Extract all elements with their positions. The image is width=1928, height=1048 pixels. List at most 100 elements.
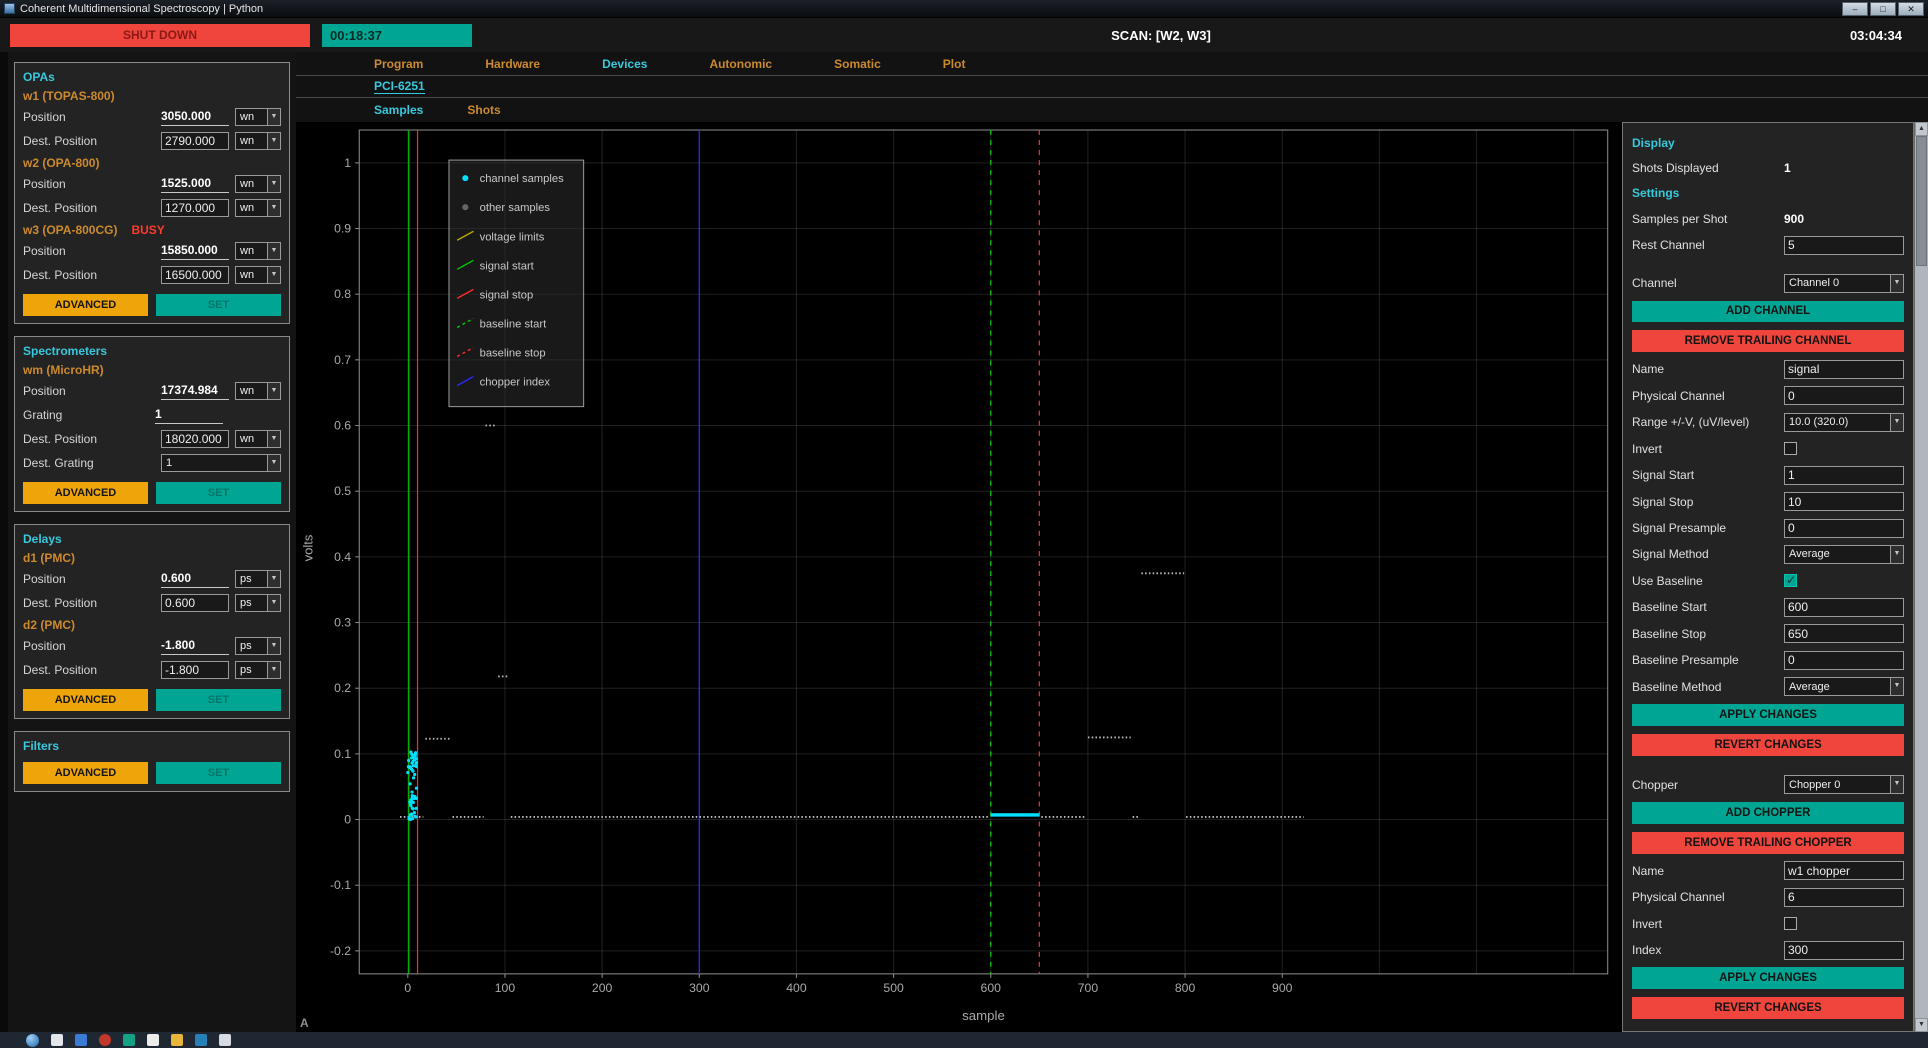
units-dropdown[interactable]: wn▼	[235, 382, 281, 400]
scrollbar-track[interactable]	[1915, 136, 1928, 1018]
tab-samples[interactable]: Samples	[374, 103, 423, 117]
signal-start-label: Signal Start	[1632, 468, 1784, 482]
units-dropdown[interactable]: ps▼	[235, 661, 281, 679]
minimize-icon[interactable]: –	[1842, 2, 1868, 16]
baseline-method-row: Baseline Method Average▼	[1632, 673, 1904, 699]
advanced-button[interactable]: ADVANCED	[23, 482, 148, 504]
set-button[interactable]: SET	[156, 294, 281, 316]
maximize-icon[interactable]: □	[1870, 2, 1896, 16]
units-dropdown[interactable]: wn▼	[235, 175, 281, 193]
dest-position-input[interactable]	[161, 132, 229, 150]
dest-position-label: Dest. Position	[23, 268, 161, 282]
baseline-stop-input[interactable]	[1784, 624, 1904, 643]
tab-shots[interactable]: Shots	[467, 103, 500, 117]
svg-text:baseline start: baseline start	[480, 319, 547, 331]
baseline-method-dropdown[interactable]: Average▼	[1784, 677, 1904, 696]
position-value: 0.600	[161, 570, 229, 588]
autoscale-button[interactable]: A	[300, 1016, 309, 1030]
invert-checkbox[interactable]	[1784, 442, 1797, 455]
chopper-name-input[interactable]	[1784, 861, 1904, 880]
taskbar-icon[interactable]	[75, 1034, 87, 1046]
units-value: ps	[236, 640, 267, 652]
svg-text:700: 700	[1078, 981, 1099, 995]
signal-presample-input[interactable]	[1784, 519, 1904, 538]
scrollbar[interactable]: ▲ ▼	[1914, 122, 1928, 1032]
tab-hardware[interactable]: Hardware	[485, 57, 540, 71]
revert-changes-button[interactable]: REVERT CHANGES	[1632, 997, 1904, 1019]
chopper-index-input[interactable]	[1784, 941, 1904, 960]
tab-pci-6251[interactable]: PCI-6251	[374, 79, 425, 94]
baseline-start-input[interactable]	[1784, 598, 1904, 617]
dest-position-input[interactable]	[161, 594, 229, 612]
svg-text:-0.1: -0.1	[330, 878, 351, 892]
set-button[interactable]: SET	[156, 482, 281, 504]
set-button[interactable]: SET	[156, 689, 281, 711]
baseline-presample-input[interactable]	[1784, 651, 1904, 670]
units-dropdown[interactable]: ps▼	[235, 570, 281, 588]
svg-text:0.1: 0.1	[334, 747, 351, 761]
units-dropdown[interactable]: ps▼	[235, 594, 281, 612]
channel-name-input[interactable]	[1784, 360, 1904, 379]
dest-position-input[interactable]	[161, 661, 229, 679]
close-icon[interactable]: ✕	[1898, 2, 1924, 16]
taskbar-icon[interactable]	[219, 1034, 231, 1046]
units-dropdown[interactable]: wn▼	[235, 199, 281, 217]
units-dropdown[interactable]: wn▼	[235, 430, 281, 448]
units-dropdown[interactable]: wn▼	[235, 266, 281, 284]
channel-row: Channel Channel 0▼	[1632, 270, 1904, 296]
add-chopper-button[interactable]: ADD CHOPPER	[1632, 802, 1904, 824]
remove-trailing-channel-button[interactable]: REMOVE TRAILING CHANNEL	[1632, 330, 1904, 352]
apply-changes-button[interactable]: APPLY CHANGES	[1632, 704, 1904, 726]
advanced-button[interactable]: ADVANCED	[23, 762, 148, 784]
use-baseline-checkbox[interactable]	[1784, 574, 1797, 587]
scrollbar-thumb[interactable]	[1916, 136, 1927, 266]
advanced-button[interactable]: ADVANCED	[23, 294, 148, 316]
taskbar-icon[interactable]	[171, 1034, 183, 1046]
revert-changes-button[interactable]: REVERT CHANGES	[1632, 734, 1904, 756]
shutdown-button[interactable]: SHUT DOWN	[10, 24, 310, 47]
signal-stop-input[interactable]	[1784, 492, 1904, 511]
plot-canvas[interactable]: 0100200300400500600700800900-0.2-0.100.1…	[296, 122, 1622, 1032]
add-channel-button[interactable]: ADD CHANNEL	[1632, 301, 1904, 323]
units-dropdown[interactable]: ps▼	[235, 637, 281, 655]
physical-channel-input[interactable]	[1784, 386, 1904, 405]
chopper-dropdown[interactable]: Chopper 0▼	[1784, 775, 1904, 794]
baseline-method-label: Baseline Method	[1632, 680, 1784, 694]
dest-grating-dropdown[interactable]: 1▼	[161, 454, 281, 472]
tab-program[interactable]: Program	[374, 57, 423, 71]
dest-position-input[interactable]	[161, 266, 229, 284]
chevron-down-icon: ▼	[1890, 414, 1903, 431]
samples-plot[interactable]: 0100200300400500600700800900-0.2-0.100.1…	[296, 122, 1622, 1032]
signal-method-dropdown[interactable]: Average▼	[1784, 545, 1904, 564]
name-label: Name	[1632, 864, 1784, 878]
taskbar-icon[interactable]	[195, 1034, 207, 1046]
range-dropdown[interactable]: 10.0 (320.0)▼	[1784, 413, 1904, 432]
chopper-invert-checkbox[interactable]	[1784, 917, 1797, 930]
remove-trailing-chopper-button[interactable]: REMOVE TRAILING CHOPPER	[1632, 832, 1904, 854]
rest-channel-input[interactable]	[1784, 236, 1904, 255]
taskbar-icon[interactable]	[51, 1034, 63, 1046]
dest-position-input[interactable]	[161, 199, 229, 217]
units-dropdown[interactable]: wn▼	[235, 132, 281, 150]
tab-plot[interactable]: Plot	[943, 57, 966, 71]
scroll-down-icon[interactable]: ▼	[1915, 1018, 1928, 1032]
apply-changes-button[interactable]: APPLY CHANGES	[1632, 967, 1904, 989]
tab-devices[interactable]: Devices	[602, 57, 647, 71]
tab-autonomic[interactable]: Autonomic	[709, 57, 772, 71]
units-value: wn	[236, 111, 267, 123]
scroll-up-icon[interactable]: ▲	[1915, 122, 1928, 136]
units-dropdown[interactable]: wn▼	[235, 108, 281, 126]
set-button[interactable]: SET	[156, 762, 281, 784]
dest-position-input[interactable]	[161, 430, 229, 448]
units-dropdown[interactable]: wn▼	[235, 242, 281, 260]
channel-dropdown[interactable]: Channel 0▼	[1784, 274, 1904, 293]
tab-somatic[interactable]: Somatic	[834, 57, 881, 71]
taskbar-icon[interactable]	[147, 1034, 159, 1046]
signal-start-input[interactable]	[1784, 466, 1904, 485]
start-button-icon[interactable]	[26, 1034, 39, 1047]
taskbar-icon[interactable]	[99, 1034, 111, 1046]
advanced-button[interactable]: ADVANCED	[23, 689, 148, 711]
chopper-physical-channel-input[interactable]	[1784, 888, 1904, 907]
baseline-start-label: Baseline Start	[1632, 600, 1784, 614]
taskbar-icon[interactable]	[123, 1034, 135, 1046]
